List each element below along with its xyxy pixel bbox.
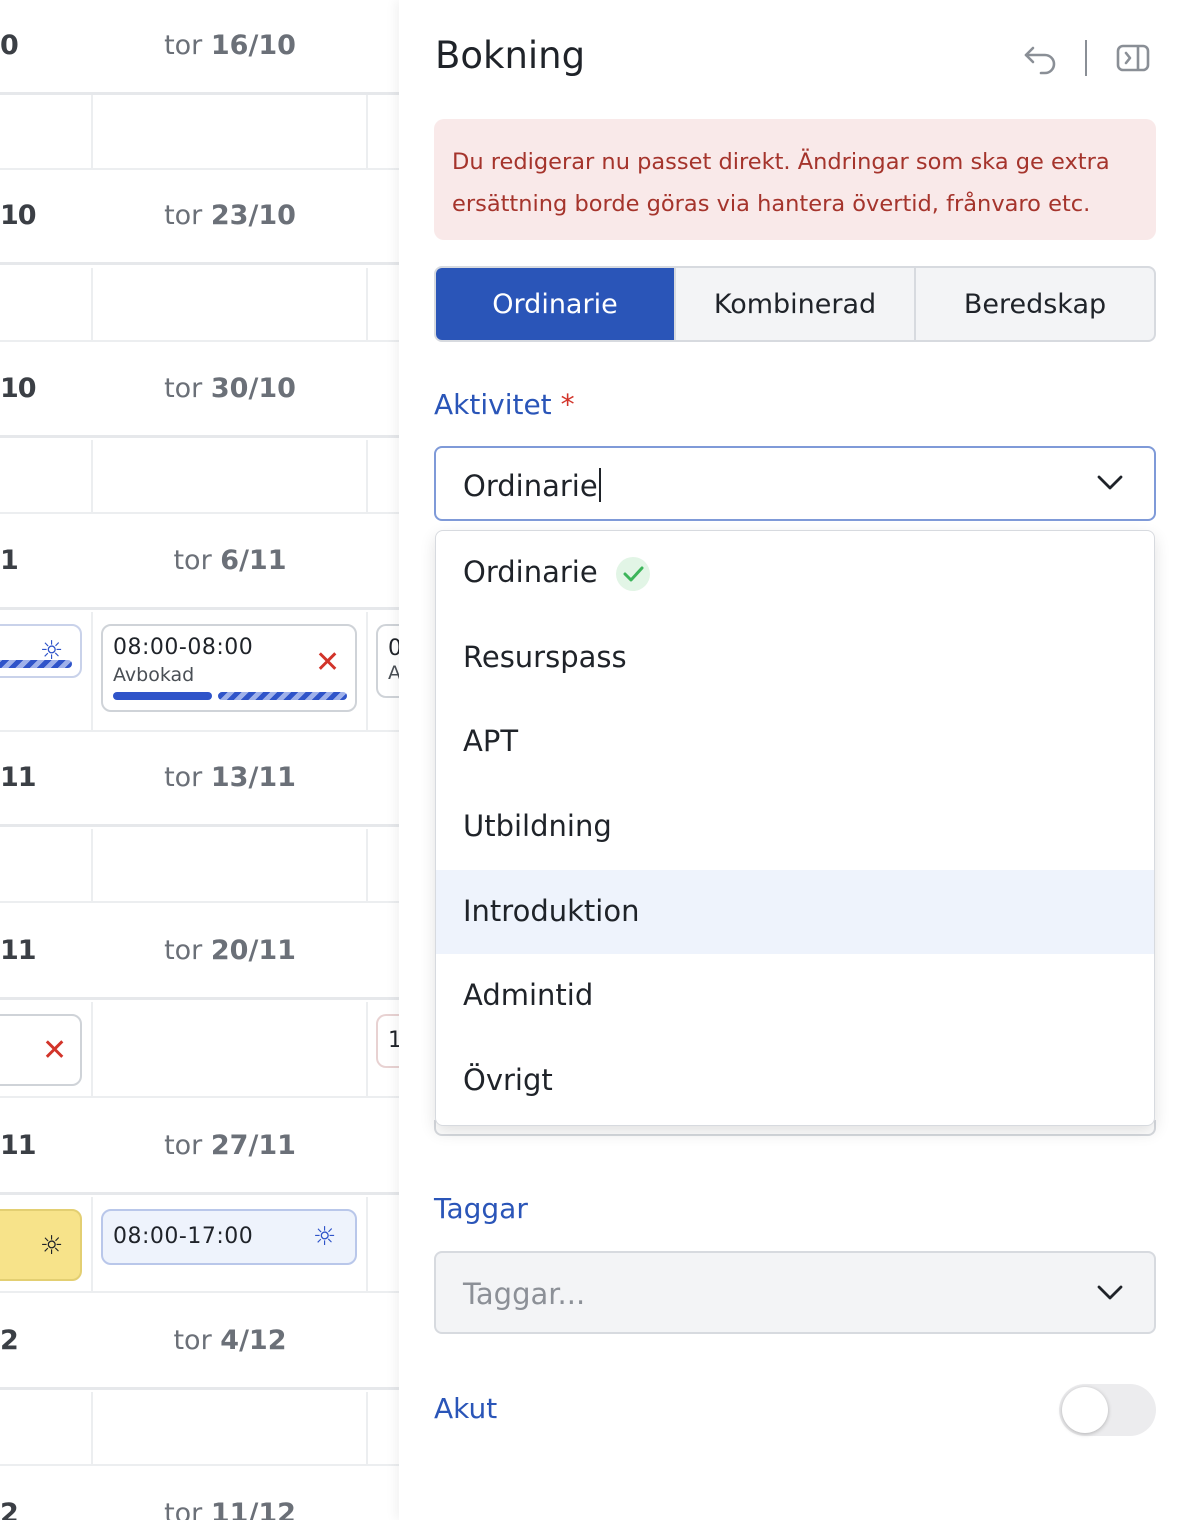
option-apt[interactable]: APT [436, 700, 1154, 785]
week-header: 11 tor 27/11 [0, 1100, 399, 1195]
day-date: tor 20/11 [164, 935, 296, 966]
shift-chip[interactable]: 0 A [376, 624, 399, 698]
week-row[interactable] [0, 95, 399, 170]
tags-label: Taggar [434, 1192, 528, 1225]
cancel-x-icon: ✕ [42, 1033, 68, 1068]
activity-options-list: Ordinarie Resurspass APT Utbildning Intr… [435, 530, 1155, 1126]
week-row: ✕ 1 [0, 1002, 399, 1098]
prev-day-number: 10 [0, 373, 37, 404]
option-utbildning[interactable]: Utbildning [436, 785, 1154, 870]
week-header: 10 tor 30/10 [0, 343, 399, 438]
prev-day-number: 11 [0, 1130, 37, 1161]
edit-warning-alert: Du redigerar nu passet direkt. Ändringar… [434, 119, 1156, 240]
required-mark: * [560, 388, 575, 421]
week-header: 11 tor 13/11 [0, 732, 399, 827]
prev-day-number: 10 [0, 200, 37, 231]
cancel-x-icon: ✕ [315, 645, 341, 680]
week-row[interactable] [0, 829, 399, 903]
urgent-label: Akut [434, 1392, 498, 1425]
prev-day-number: 11 [0, 762, 37, 793]
shift-status: Avbokad [113, 664, 195, 686]
chevron-down-icon [1097, 1285, 1123, 1300]
prev-day-number: 11 [0, 935, 37, 966]
week-header: 2 tor 4/12 [0, 1295, 399, 1390]
header-divider [1085, 40, 1087, 76]
prev-day-number: 0 [0, 30, 19, 61]
day-date: tor 11/12 [164, 1498, 296, 1520]
shift-chip-cancelled[interactable]: ✕ [0, 1014, 82, 1086]
option-introduktion[interactable]: Introduktion [436, 869, 1154, 955]
shift-time: 08:00-17:00 [113, 1224, 254, 1249]
day-date: tor 4/12 [173, 1325, 287, 1356]
schedule-calendar: 0 tor 16/10 10 tor 23/10 10 tor 30/10 1 … [0, 0, 399, 1520]
tags-select[interactable]: Taggar... [434, 1251, 1156, 1334]
undo-icon[interactable] [1021, 38, 1061, 78]
shift-chip[interactable]: 08:00-17:00 ☼ [101, 1209, 357, 1265]
shift-chip[interactable]: ☼ [0, 624, 82, 678]
shift-chip-highlighted[interactable]: ☼ [0, 1209, 82, 1281]
week-row[interactable] [0, 268, 399, 342]
option-ordinarie[interactable]: Ordinarie [436, 531, 1154, 616]
tab-beredskap[interactable]: Beredskap [916, 268, 1154, 340]
tags-placeholder: Taggar... [463, 1277, 586, 1311]
option-ovrigt[interactable]: Övrigt [436, 1039, 1154, 1124]
day-date: tor 27/11 [164, 1130, 296, 1161]
booking-type-tabs: Ordinarie Kombinerad Beredskap [434, 266, 1156, 342]
option-resurspass[interactable]: Resurspass [436, 616, 1154, 701]
activity-input-value[interactable]: Ordinarie [463, 468, 601, 503]
check-icon [616, 557, 650, 591]
panel-title: Bokning [435, 34, 586, 77]
tab-kombinerad[interactable]: Kombinerad [676, 268, 916, 340]
week-row: ☼ 08:00-08:00 Avbokad ✕ 0 A [0, 612, 399, 732]
week-header: 1 tor 6/11 [0, 515, 399, 610]
shift-chip-cancelled[interactable]: 08:00-08:00 Avbokad ✕ [101, 624, 357, 712]
week-row: ☼ 08:00-17:00 ☼ [0, 1197, 399, 1293]
sun-icon: ☼ [313, 1222, 337, 1252]
urgent-toggle[interactable] [1059, 1384, 1156, 1436]
week-header: 10 tor 23/10 [0, 170, 399, 265]
day-date: tor 6/11 [173, 545, 287, 576]
shift-time: 08:00-08:00 [113, 635, 254, 660]
day-date: tor 16/10 [164, 30, 296, 61]
shift-chip[interactable]: 1 [376, 1014, 399, 1068]
prev-day-number: 2 [0, 1325, 19, 1356]
tab-ordinarie[interactable]: Ordinarie [436, 268, 676, 340]
prev-day-number: 2 [0, 1498, 19, 1520]
week-row[interactable] [0, 1392, 399, 1466]
activity-select[interactable]: Ordinarie [434, 446, 1156, 521]
booking-panel: Bokning Du redigerar nu passet direkt. Ä… [399, 0, 1184, 1520]
text-cursor [598, 468, 601, 502]
week-header: 0 tor 16/10 [0, 0, 399, 95]
option-admintid[interactable]: Admintid [436, 954, 1154, 1039]
prev-day-number: 1 [0, 545, 19, 576]
week-row[interactable] [0, 440, 399, 514]
activity-label: Aktivitet * [434, 388, 575, 421]
day-date: tor 30/10 [164, 373, 296, 404]
day-date: tor 13/11 [164, 762, 296, 793]
toggle-knob [1062, 1387, 1108, 1433]
day-date: tor 23/10 [164, 200, 296, 231]
collapse-panel-icon[interactable] [1113, 38, 1153, 78]
week-header: 11 tor 20/11 [0, 905, 399, 1000]
week-header: 2 tor 11/12 [0, 1468, 399, 1520]
sun-icon: ☼ [40, 1231, 64, 1261]
chevron-down-icon [1097, 475, 1123, 490]
